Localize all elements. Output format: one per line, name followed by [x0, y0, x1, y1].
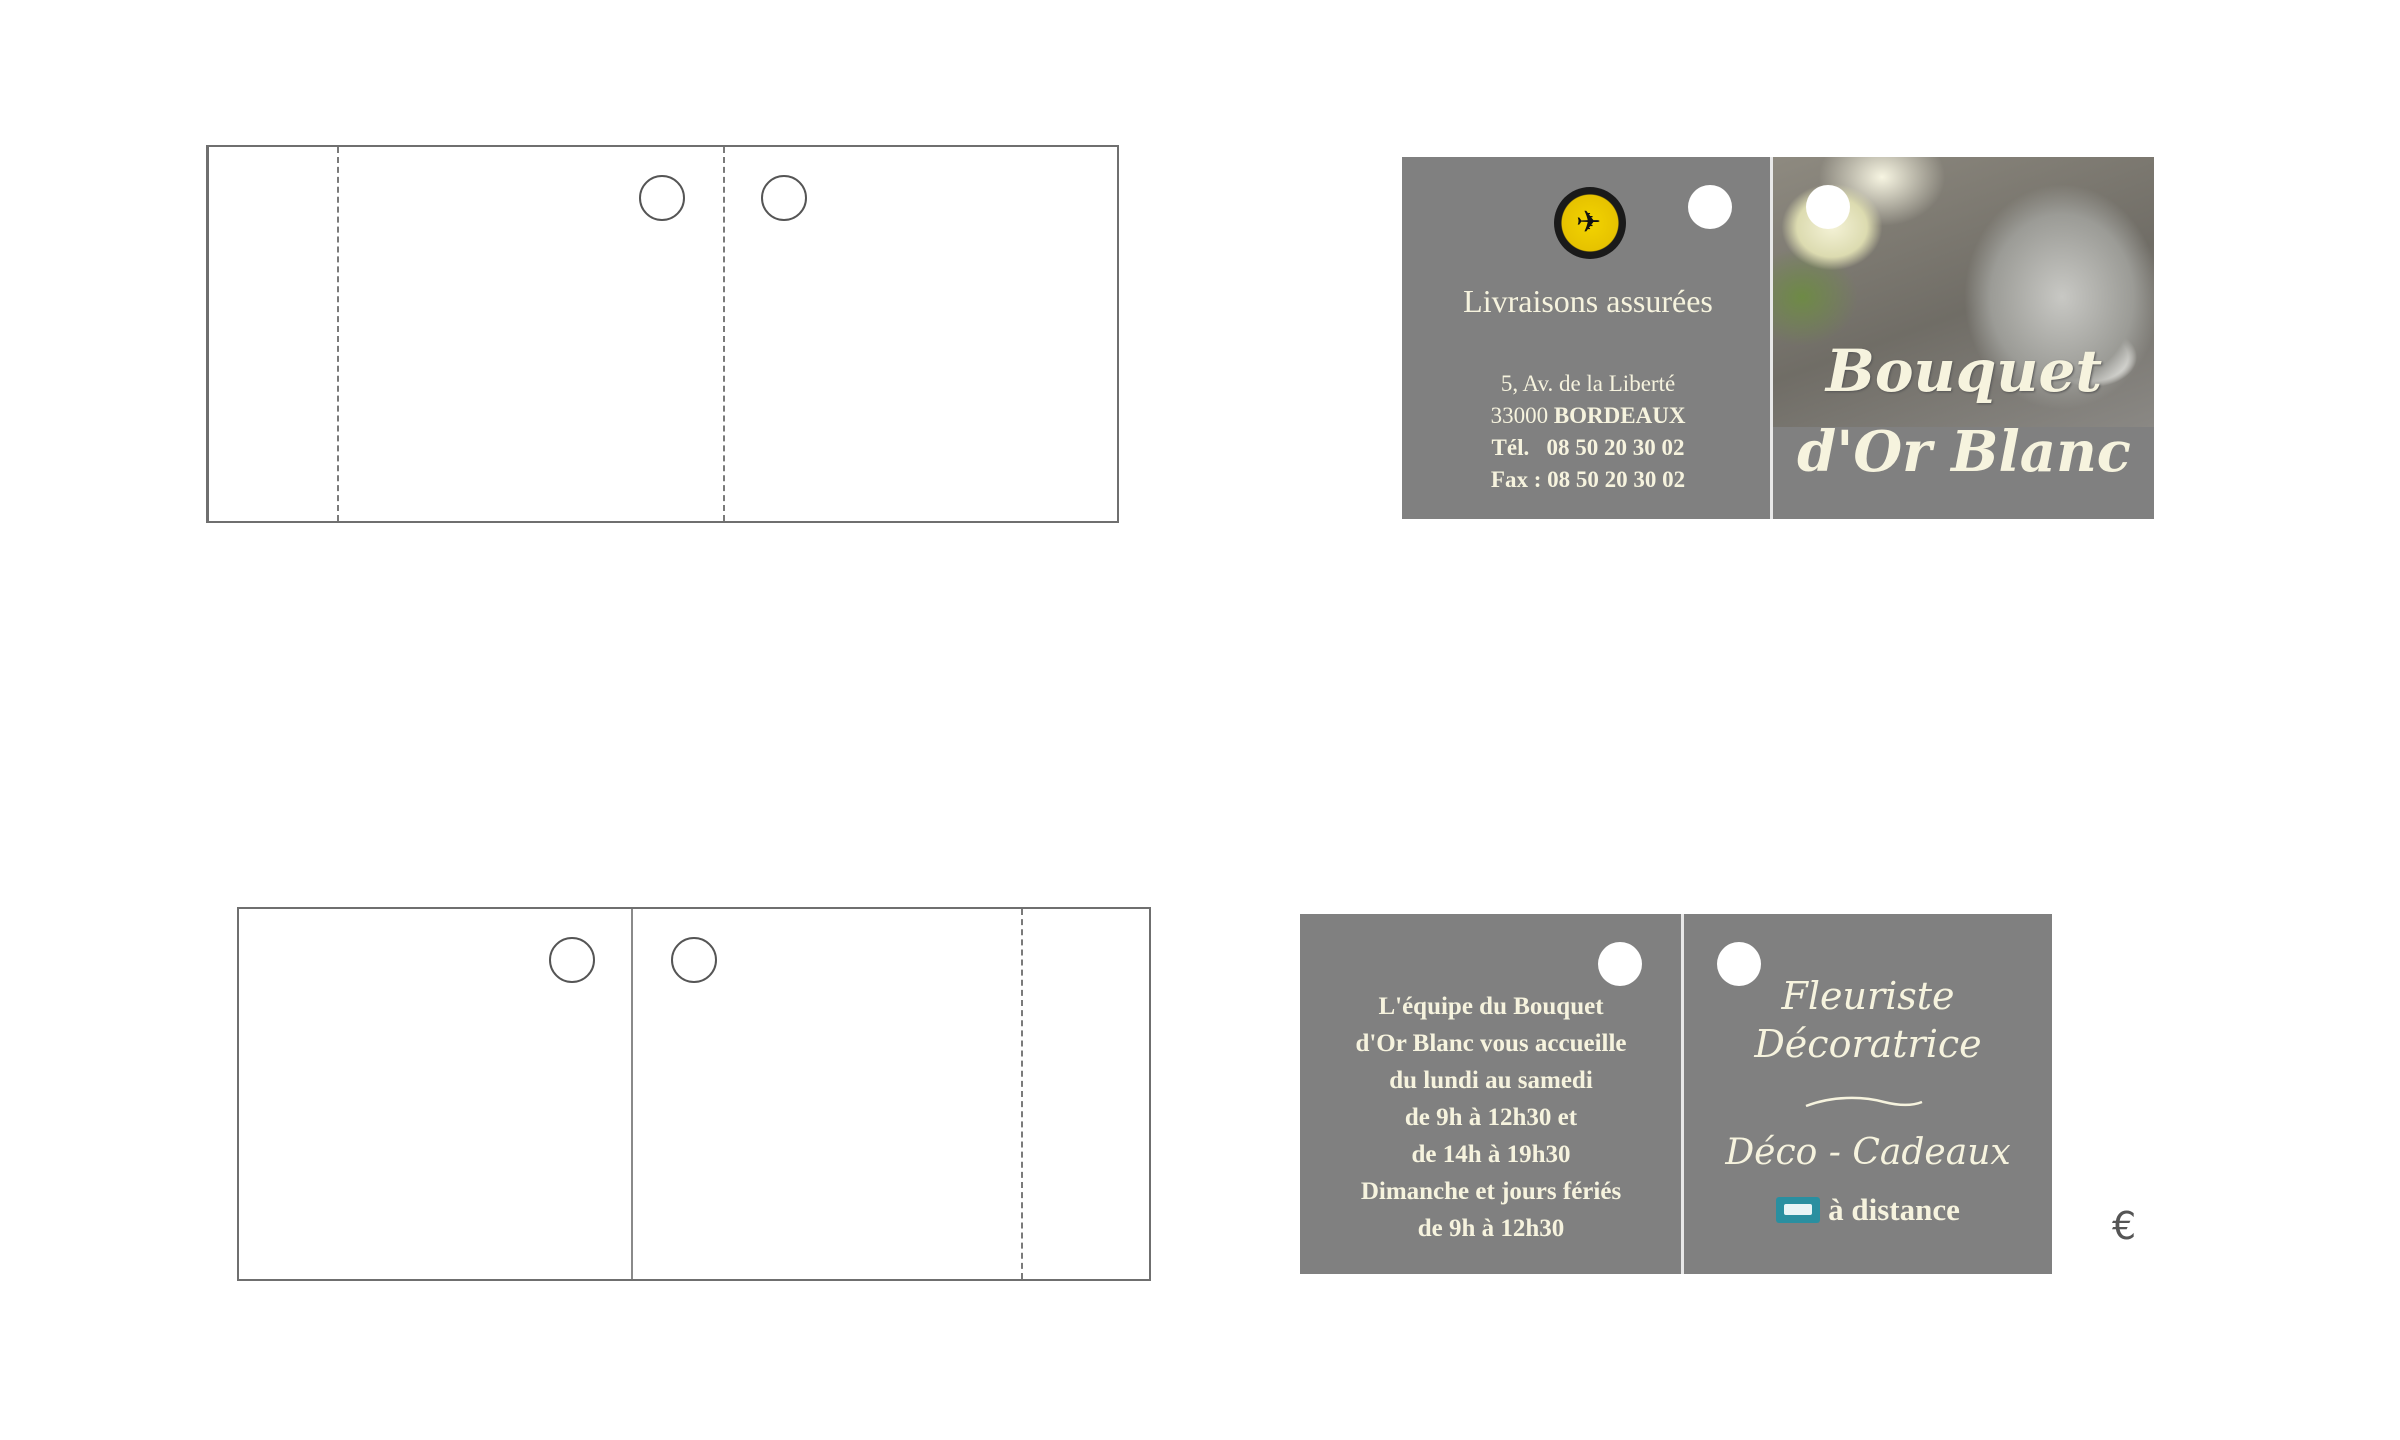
title-line2: Décoratrice	[1754, 1022, 1982, 1066]
hours-line: d'Or Blanc vous accueille	[1355, 1030, 1627, 1057]
phone-line: Tél. 08 50 20 30 02	[1491, 435, 1685, 460]
brand-name-line1: Bouquet	[1825, 337, 2103, 405]
city-line: 33000 BORDEAUX	[1402, 403, 1774, 429]
postcode: 33000	[1490, 403, 1549, 428]
flourish-divider	[1805, 1096, 1923, 1108]
address-line: 5, Av. de la Liberté	[1500, 371, 1676, 396]
remote-label: à distance	[1828, 1192, 1960, 1227]
runner-icon: ✈	[1576, 205, 1602, 240]
credit-card-icon	[1776, 1197, 1821, 1223]
hours-line: L'équipe du Bouquet	[1378, 993, 1604, 1020]
interflora-logo: ✈	[1554, 187, 1626, 259]
punch-hole	[1688, 185, 1732, 229]
city: BORDEAUX	[1553, 403, 1686, 428]
euro-icon: €	[2112, 1204, 2137, 1248]
punch-hole	[1598, 942, 1642, 986]
punch-hole	[549, 937, 595, 983]
punch-hole	[761, 175, 807, 221]
hours-line: Dimanche et jours fériés	[1360, 1178, 1622, 1205]
perforation-line	[1021, 909, 1023, 1279]
punch-hole	[639, 175, 685, 221]
fold-line	[631, 909, 633, 1279]
punch-hole	[671, 937, 717, 983]
hours-line: de 9h à 12h30	[1417, 1215, 1565, 1242]
card-fold	[1770, 157, 1773, 519]
fax-line: Fax : 08 50 20 30 02	[1490, 467, 1686, 492]
hours-line: du lundi au samedi	[1389, 1067, 1593, 1094]
brand-name-line2: d'Or Blanc	[1797, 419, 2131, 485]
hours-line: de 9h à 12h30 et	[1404, 1104, 1578, 1131]
fold-line	[723, 147, 725, 521]
title-line1: Fleuriste	[1781, 974, 1955, 1018]
punch-hole	[1806, 185, 1850, 229]
business-card-front: ✈ Livraisons assurées 5, Av. de la Liber…	[1402, 157, 2154, 519]
services-line: Déco - Cadeaux	[1725, 1132, 2011, 1173]
opening-hours: L'équipe du Bouquet d'Or Blanc vous accu…	[1300, 988, 1682, 1247]
remote-payment: à distance	[1684, 1192, 2052, 1228]
delivery-headline: Livraisons assurées	[1463, 283, 1713, 319]
outline-template-top	[206, 145, 1119, 523]
outline-template-bottom	[237, 907, 1151, 1281]
business-card-back: L'équipe du Bouquet d'Or Blanc vous accu…	[1300, 914, 2052, 1274]
perforation-line	[337, 147, 339, 521]
hours-line: de 14h à 19h30	[1411, 1141, 1571, 1168]
